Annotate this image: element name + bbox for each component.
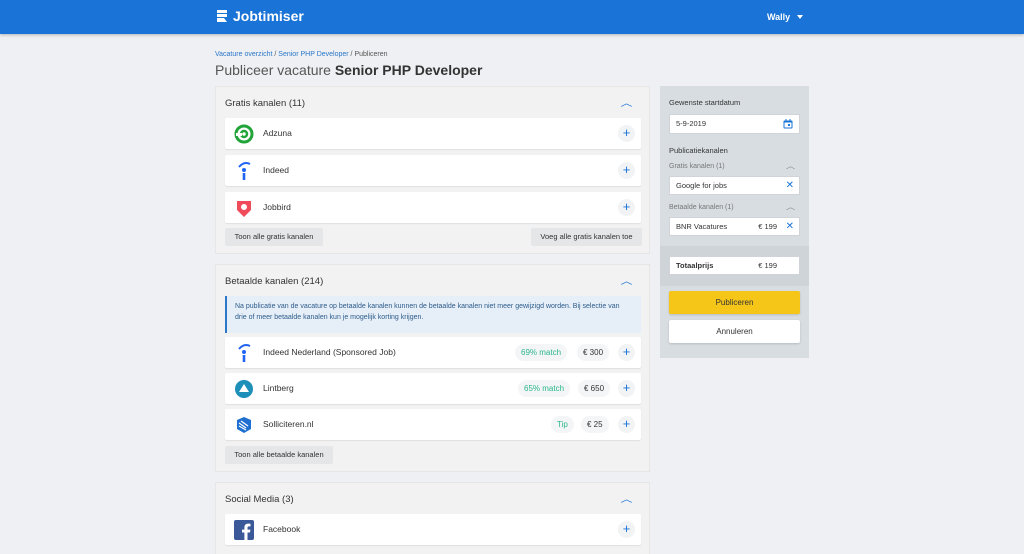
selected-free-channel: Google for jobs ✕ bbox=[669, 176, 800, 195]
lintberg-logo-icon bbox=[235, 380, 253, 398]
free-channels-card: Gratis kanalen (11) ︿ Adzuna + Indeed + … bbox=[215, 86, 650, 254]
chevron-down-icon bbox=[797, 15, 804, 19]
page-title: Publiceer vacature Senior PHP Developer bbox=[215, 62, 482, 78]
total-price-box: Totaalprijs € 199 bbox=[669, 256, 800, 275]
add-channel-button[interactable]: + bbox=[618, 380, 635, 397]
list-item: Jobbird + bbox=[225, 192, 641, 223]
show-all-free-button[interactable]: Toon alle gratis kanalen bbox=[225, 228, 323, 246]
match-badge: 65% match bbox=[518, 380, 571, 397]
add-channel-button[interactable]: + bbox=[618, 199, 635, 216]
match-badge: 69% match bbox=[515, 344, 568, 361]
start-date-value: 5-9-2019 bbox=[676, 119, 707, 128]
add-channel-button[interactable]: + bbox=[618, 416, 635, 433]
list-item: Indeed + bbox=[225, 155, 641, 186]
total-section: Totaalprijs € 199 bbox=[660, 246, 809, 286]
selected-channel-price: € 199 bbox=[758, 222, 777, 231]
list-item: Lintberg 65% match € 650 + bbox=[225, 373, 641, 404]
cancel-button[interactable]: Annuleren bbox=[669, 320, 800, 343]
breadcrumb-current: Publiceren bbox=[354, 51, 388, 58]
start-date-label: Gewenste startdatum bbox=[669, 98, 741, 107]
channel-name: Indeed bbox=[263, 165, 289, 175]
facebook-logo-icon bbox=[234, 520, 254, 540]
list-item: Solliciteren.nl Tip € 25 + bbox=[225, 409, 641, 440]
start-date-input[interactable]: 5-9-2019 bbox=[669, 114, 800, 134]
publication-sidebar: Gewenste startdatum 5-9-2019 Publicatiek… bbox=[660, 86, 809, 358]
brand-logo[interactable]: Jobtimiser bbox=[215, 8, 304, 24]
calendar-icon[interactable] bbox=[783, 119, 793, 129]
jobtimiser-logo-icon bbox=[217, 10, 227, 22]
paid-channels-sublabel: Betaalde kanalen (1) bbox=[669, 204, 734, 211]
channel-name: Adzuna bbox=[263, 128, 292, 138]
selected-paid-channel: BNR Vacatures € 199 ✕ bbox=[669, 217, 800, 236]
add-channel-button[interactable]: + bbox=[618, 344, 635, 361]
paid-channels-title: Betaalde kanalen (214) bbox=[225, 276, 324, 287]
social-media-card: Social Media (3) ︿ Facebook + bbox=[215, 482, 650, 554]
paid-channels-card: Betaalde kanalen (214) ︿ Na publicatie v… bbox=[215, 264, 650, 472]
price-badge: € 25 bbox=[581, 416, 609, 433]
add-channel-button[interactable]: + bbox=[618, 162, 635, 179]
page-title-job: Senior PHP Developer bbox=[334, 62, 483, 78]
breadcrumb-link-overview[interactable]: Vacature overzicht bbox=[215, 51, 272, 58]
add-all-free-button[interactable]: Voeg alle gratis kanalen toe bbox=[531, 228, 642, 246]
selected-channel-name: Google for jobs bbox=[676, 181, 727, 190]
channel-name: Facebook bbox=[263, 524, 301, 534]
channel-name: Lintberg bbox=[263, 383, 294, 393]
chevron-up-icon[interactable]: ︿ bbox=[621, 96, 633, 109]
close-icon[interactable]: ✕ bbox=[786, 218, 794, 235]
add-channel-button[interactable]: + bbox=[618, 521, 635, 538]
social-media-title: Social Media (3) bbox=[225, 494, 294, 505]
user-name: Wally bbox=[767, 12, 791, 22]
list-item: Indeed Nederland (Sponsored Job) 69% mat… bbox=[225, 337, 641, 368]
price-badge: € 300 bbox=[577, 344, 610, 361]
paid-channels-info: Na publicatie van de vacature op betaald… bbox=[225, 296, 641, 333]
close-icon[interactable]: ✕ bbox=[786, 177, 794, 194]
top-navbar: Jobtimiser Wally bbox=[0, 0, 1024, 34]
channel-name: Jobbird bbox=[263, 202, 291, 212]
jobbird-logo-icon bbox=[237, 201, 251, 217]
show-all-paid-button[interactable]: Toon alle betaalde kanalen bbox=[225, 446, 333, 464]
chevron-up-icon[interactable]: ︿ bbox=[786, 161, 795, 171]
chevron-up-icon[interactable]: ︿ bbox=[621, 274, 633, 287]
breadcrumb: Vacature overzicht / Senior PHP Develope… bbox=[215, 51, 388, 58]
indeed-logo-icon bbox=[238, 162, 251, 180]
page-title-prefix: Publiceer vacature bbox=[215, 62, 335, 78]
list-item: Facebook + bbox=[225, 514, 641, 545]
indeed-logo-icon bbox=[238, 344, 251, 362]
total-label: Totaalprijs bbox=[676, 261, 714, 270]
channels-label: Publicatiekanalen bbox=[669, 146, 728, 155]
channel-name: Solliciteren.nl bbox=[263, 419, 314, 429]
free-channels-sublabel: Gratis kanalen (1) bbox=[669, 163, 725, 170]
adzuna-logo-icon bbox=[234, 124, 254, 144]
breadcrumb-link-job[interactable]: Senior PHP Developer bbox=[278, 51, 348, 58]
total-value: € 199 bbox=[758, 261, 777, 270]
selected-channel-name: BNR Vacatures bbox=[676, 222, 728, 231]
price-badge: € 650 bbox=[578, 380, 611, 397]
publish-button[interactable]: Publiceren bbox=[669, 291, 800, 314]
user-menu[interactable]: Wally bbox=[767, 12, 804, 22]
solliciteren-logo-icon bbox=[237, 417, 251, 433]
brand-name: Jobtimiser bbox=[233, 8, 304, 24]
list-item: Adzuna + bbox=[225, 118, 641, 149]
tip-badge: Tip bbox=[551, 416, 574, 433]
free-channels-title: Gratis kanalen (11) bbox=[225, 98, 306, 109]
chevron-up-icon[interactable]: ︿ bbox=[786, 202, 795, 212]
add-channel-button[interactable]: + bbox=[618, 125, 635, 142]
channel-name: Indeed Nederland (Sponsored Job) bbox=[263, 347, 396, 357]
chevron-up-icon[interactable]: ︿ bbox=[621, 492, 633, 505]
